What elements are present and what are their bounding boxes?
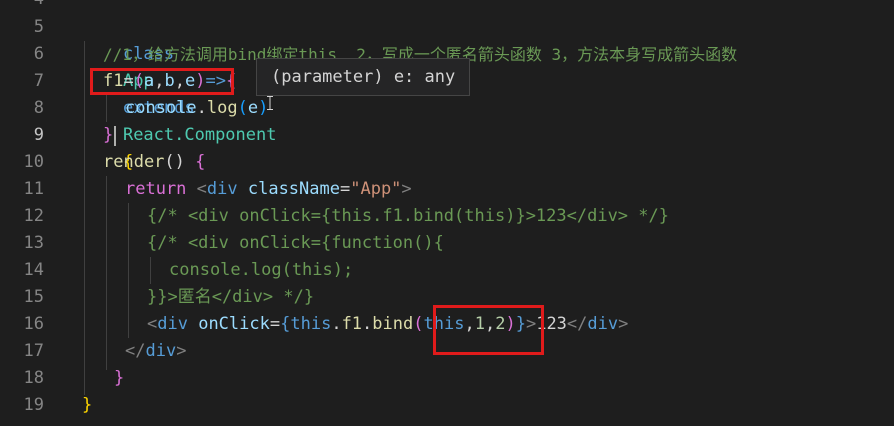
- code-line-10[interactable]: render() {: [103, 149, 205, 176]
- jsx-brace: {: [280, 314, 291, 334]
- indent-guide: [128, 203, 129, 338]
- line-number: 7: [33, 71, 44, 91]
- code-line-19[interactable]: }: [82, 392, 92, 419]
- tag-bracket: <: [186, 179, 207, 199]
- code-line-12[interactable]: {/* <div onClick={this.f1.bind(this)}>12…: [147, 203, 669, 230]
- brace: }: [103, 125, 114, 145]
- method-call: bind: [372, 314, 414, 334]
- method-name: render: [103, 152, 165, 172]
- code-line-18[interactable]: }: [114, 365, 124, 392]
- line-number: 5: [33, 17, 44, 37]
- line-number: 4: [0, 0, 44, 13]
- line-number: 10: [23, 152, 44, 172]
- code-line-11[interactable]: return <div className="App">: [125, 176, 412, 203]
- code-line-5[interactable]: class App extends React.Component {: [82, 14, 277, 172]
- dot: .: [331, 314, 342, 334]
- line-number: 18: [23, 368, 44, 388]
- tag-bracket: </: [125, 341, 146, 361]
- operator: =: [339, 179, 351, 199]
- code-line-9[interactable]: }: [103, 122, 113, 149]
- tag-bracket: >: [176, 341, 187, 361]
- dot: .: [196, 98, 207, 118]
- line-number-active: 9: [33, 125, 44, 145]
- code-line-14[interactable]: console.log(this);: [169, 257, 353, 284]
- line-number-gutter: 4 5 6 7 8 9 10 11 12 13 14 15 16 17 18 1…: [0, 0, 60, 426]
- base-class: React.Component: [122, 125, 277, 145]
- tag-bracket: >: [618, 314, 629, 334]
- string: "App": [350, 179, 402, 199]
- code-line-17[interactable]: </div>: [125, 338, 186, 365]
- keyword: this: [290, 314, 332, 334]
- mouse-ibeam-cursor-icon: [267, 96, 273, 110]
- method-call: log: [206, 98, 238, 118]
- line-number: 6: [33, 44, 44, 64]
- line-number: 16: [23, 314, 44, 334]
- indent-guide: [106, 176, 107, 370]
- line-number: 8: [33, 98, 44, 118]
- code-line-8[interactable]: console.log(e): [125, 95, 268, 122]
- paren: (: [413, 314, 424, 334]
- tag-name: div: [145, 341, 177, 361]
- brace: }: [82, 395, 93, 415]
- tag-bracket: </: [566, 314, 588, 334]
- hover-tooltip: (parameter) e: any: [256, 58, 471, 96]
- code-editor[interactable]: 4 5 6 7 8 9 10 11 12 13 14 15 16 17 18 1…: [0, 0, 894, 426]
- line-number: 19: [23, 395, 44, 415]
- line-number: 12: [23, 206, 44, 226]
- attribute: onClick: [187, 314, 270, 334]
- indent-guide: [150, 257, 151, 284]
- text-cursor: [114, 126, 116, 146]
- line-number: 11: [23, 179, 44, 199]
- tag-name: div: [157, 314, 188, 334]
- brace: {: [195, 152, 206, 172]
- brace: }: [114, 368, 125, 388]
- tag-bracket: >: [401, 179, 412, 199]
- code-line-16[interactable]: <div onClick={this.f1.bind(this,1,2)}>12…: [147, 311, 628, 338]
- attribute: className: [237, 179, 340, 199]
- tag-name: div: [587, 314, 619, 334]
- dot: .: [362, 314, 373, 334]
- tag-bracket: <: [147, 314, 158, 334]
- line-number: 17: [23, 341, 44, 361]
- param: e: [247, 98, 259, 118]
- highlight-box-arrow-function: [90, 68, 234, 95]
- parens: (): [164, 152, 196, 172]
- line-number: 14: [23, 260, 44, 280]
- code-line-15[interactable]: }}>匿名</div> */}: [147, 284, 314, 311]
- highlight-box-bind-args: [433, 305, 544, 355]
- operator: =: [269, 314, 281, 334]
- code-line-13[interactable]: {/* <div onClick={function(){: [147, 230, 444, 257]
- line-number: 15: [23, 287, 44, 307]
- tag-name: div: [206, 179, 238, 199]
- line-number: 13: [23, 233, 44, 253]
- paren: (: [237, 98, 248, 118]
- keyword: return: [125, 179, 187, 199]
- identifier: console: [125, 98, 197, 118]
- method-name: f1: [341, 314, 363, 334]
